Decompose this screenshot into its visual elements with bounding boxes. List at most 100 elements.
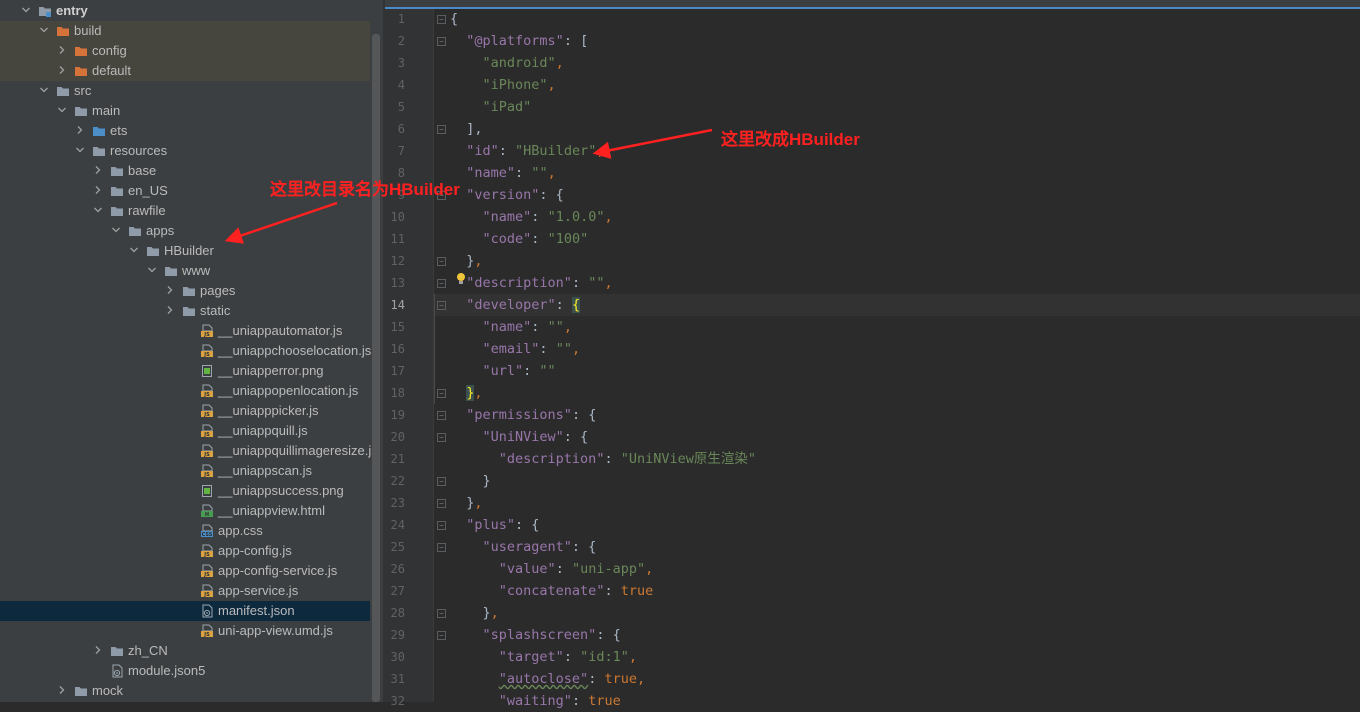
tree-row--uniappchooselocation-js[interactable]: JS __uniappchooselocation.js	[0, 341, 371, 361]
fold-marker-icon[interactable]	[437, 301, 446, 310]
chevron-right-icon[interactable]	[76, 126, 84, 134]
code-line[interactable]: "name": "1.0.0",	[450, 206, 613, 228]
tree-row-resources[interactable]: resources	[0, 141, 370, 161]
code-line[interactable]: "iPad"	[450, 96, 532, 118]
tree-row-static[interactable]: static	[0, 301, 370, 321]
code-line[interactable]: "permissions": {	[450, 404, 596, 426]
code-line[interactable]: "@platforms": [	[450, 30, 588, 52]
chevron-down-icon[interactable]	[40, 26, 48, 34]
tree-row-module-json5[interactable]: module.json5	[0, 661, 370, 681]
code-line[interactable]: "iPhone",	[450, 74, 556, 96]
tree-row-build[interactable]: build	[0, 21, 370, 41]
chevron-right-icon[interactable]	[166, 286, 174, 294]
code-line[interactable]: "email": "",	[450, 338, 581, 360]
fold-marker-icon[interactable]	[437, 411, 446, 420]
code-line[interactable]: "version": {	[450, 184, 564, 206]
tree-row--uniappquill-js[interactable]: JS __uniappquill.js	[0, 421, 370, 441]
tree-row--uniappsuccess-png[interactable]: __uniappsuccess.png	[0, 481, 370, 501]
chevron-right-icon[interactable]	[58, 46, 66, 54]
code-line[interactable]: },	[450, 602, 499, 624]
chevron-right-icon[interactable]	[58, 66, 66, 74]
code-line[interactable]: "useragent": {	[450, 536, 597, 558]
tree-row-src[interactable]: src	[0, 81, 370, 101]
tree-row--uniappopenlocation-js[interactable]: JS __uniappopenlocation.js	[0, 381, 370, 401]
tree-row-default[interactable]: default	[0, 61, 370, 81]
tree-row--uniappautomator-js[interactable]: JS __uniappautomator.js	[0, 321, 370, 341]
code-line[interactable]: ],	[450, 118, 482, 140]
tree-row--uniappscan-js[interactable]: JS __uniappscan.js	[0, 461, 370, 481]
code-line[interactable]: "waiting": true	[450, 690, 621, 712]
code-line[interactable]: "id": "HBuilder",	[450, 140, 604, 162]
chevron-down-icon[interactable]	[22, 6, 30, 14]
tree-row-config[interactable]: config	[0, 41, 370, 61]
code-line[interactable]: "autoclose": true,	[450, 668, 645, 690]
code-line[interactable]: }	[450, 470, 491, 492]
chevron-down-icon[interactable]	[40, 86, 48, 94]
tree-row-ets[interactable]: ets	[0, 121, 370, 141]
tree-row--uniapppicker-js[interactable]: JS __uniapppicker.js	[0, 401, 370, 421]
code-line[interactable]: "concatenate": true	[450, 580, 653, 602]
fold-marker-icon[interactable]	[437, 521, 446, 530]
tree-row-entry[interactable]: entry	[0, 1, 370, 21]
chevron-right-icon[interactable]	[94, 186, 102, 194]
tree-row-app-config-js[interactable]: JS app-config.js	[0, 541, 370, 561]
tree-row-app-css[interactable]: CSS app.css	[0, 521, 370, 541]
fold-marker-icon[interactable]	[437, 279, 446, 288]
chevron-right-icon[interactable]	[166, 306, 174, 314]
tree-row-app-service-js[interactable]: JS app-service.js	[0, 581, 370, 601]
code-line[interactable]: "developer": {	[450, 294, 581, 316]
fold-marker-icon[interactable]	[437, 499, 446, 508]
fold-marker-icon[interactable]	[437, 15, 446, 24]
code-line[interactable]: "code": "100"	[450, 228, 589, 250]
chevron-right-icon[interactable]	[94, 646, 102, 654]
code-line[interactable]: "description": "",	[450, 272, 612, 294]
tree-row-uni-app-view-umd-js[interactable]: JS uni-app-view.umd.js	[0, 621, 370, 641]
fold-marker-icon[interactable]	[437, 609, 446, 618]
code-line[interactable]: "value": "uni-app",	[450, 558, 653, 580]
fold-marker-icon[interactable]	[437, 631, 446, 640]
code-line[interactable]: "description": "UniNView原生渲染"	[450, 448, 756, 470]
code-line[interactable]: },	[450, 250, 482, 272]
code-line[interactable]: },	[450, 382, 483, 404]
tree-row-app-config-service-js[interactable]: JS app-config-service.js	[0, 561, 370, 581]
code-line[interactable]: "target": "id:1",	[450, 646, 637, 668]
code-line[interactable]: {	[450, 8, 458, 30]
tree-row-hbuilder[interactable]: HBuilder	[0, 241, 370, 261]
tree-row-apps[interactable]: apps	[0, 221, 370, 241]
code-line[interactable]: "name": "",	[450, 162, 555, 184]
chevron-right-icon[interactable]	[58, 686, 66, 694]
tree-row-mock[interactable]: mock	[0, 681, 370, 701]
code-line[interactable]: "splashscreen": {	[450, 624, 621, 646]
code-line[interactable]: "plus": {	[450, 514, 539, 536]
code-line[interactable]: "UniNView": {	[450, 426, 589, 448]
tree-row-manifest-json[interactable]: manifest.json	[0, 601, 370, 621]
project-tree-scrollbar[interactable]	[372, 34, 380, 702]
tree-row-www[interactable]: www	[0, 261, 370, 281]
chevron-down-icon[interactable]	[112, 226, 120, 234]
tree-row--uniappview-html[interactable]: H __uniappview.html	[0, 501, 370, 521]
editor-tab-strip[interactable]	[385, 0, 1360, 9]
lightbulb-icon[interactable]	[455, 272, 467, 286]
tree-row--uniapperror-png[interactable]: __uniapperror.png	[0, 361, 370, 381]
chevron-down-icon[interactable]	[130, 246, 138, 254]
chevron-right-icon[interactable]	[94, 166, 102, 174]
tree-row-pages[interactable]: pages	[0, 281, 370, 301]
code-line[interactable]: "url": ""	[450, 360, 556, 382]
code-line[interactable]: "android",	[450, 52, 564, 74]
fold-marker-icon[interactable]	[437, 37, 446, 46]
fold-marker-icon[interactable]	[437, 477, 446, 486]
code-line[interactable]: },	[450, 492, 482, 514]
code-line[interactable]: "name": "",	[450, 316, 572, 338]
fold-marker-icon[interactable]	[437, 257, 446, 266]
tree-row-rawfile[interactable]: rawfile	[0, 201, 370, 221]
tree-row-main[interactable]: main	[0, 101, 370, 121]
chevron-down-icon[interactable]	[76, 146, 84, 154]
fold-marker-icon[interactable]	[437, 389, 446, 398]
chevron-down-icon[interactable]	[58, 106, 66, 114]
tree-row--uniappquillimageresize-js[interactable]: JS __uniappquillimageresize.js	[0, 441, 378, 461]
fold-marker-icon[interactable]	[437, 543, 446, 552]
tree-row-zh-cn[interactable]: zh_CN	[0, 641, 370, 661]
fold-marker-icon[interactable]	[437, 125, 446, 134]
chevron-down-icon[interactable]	[148, 266, 156, 274]
chevron-down-icon[interactable]	[94, 206, 102, 214]
